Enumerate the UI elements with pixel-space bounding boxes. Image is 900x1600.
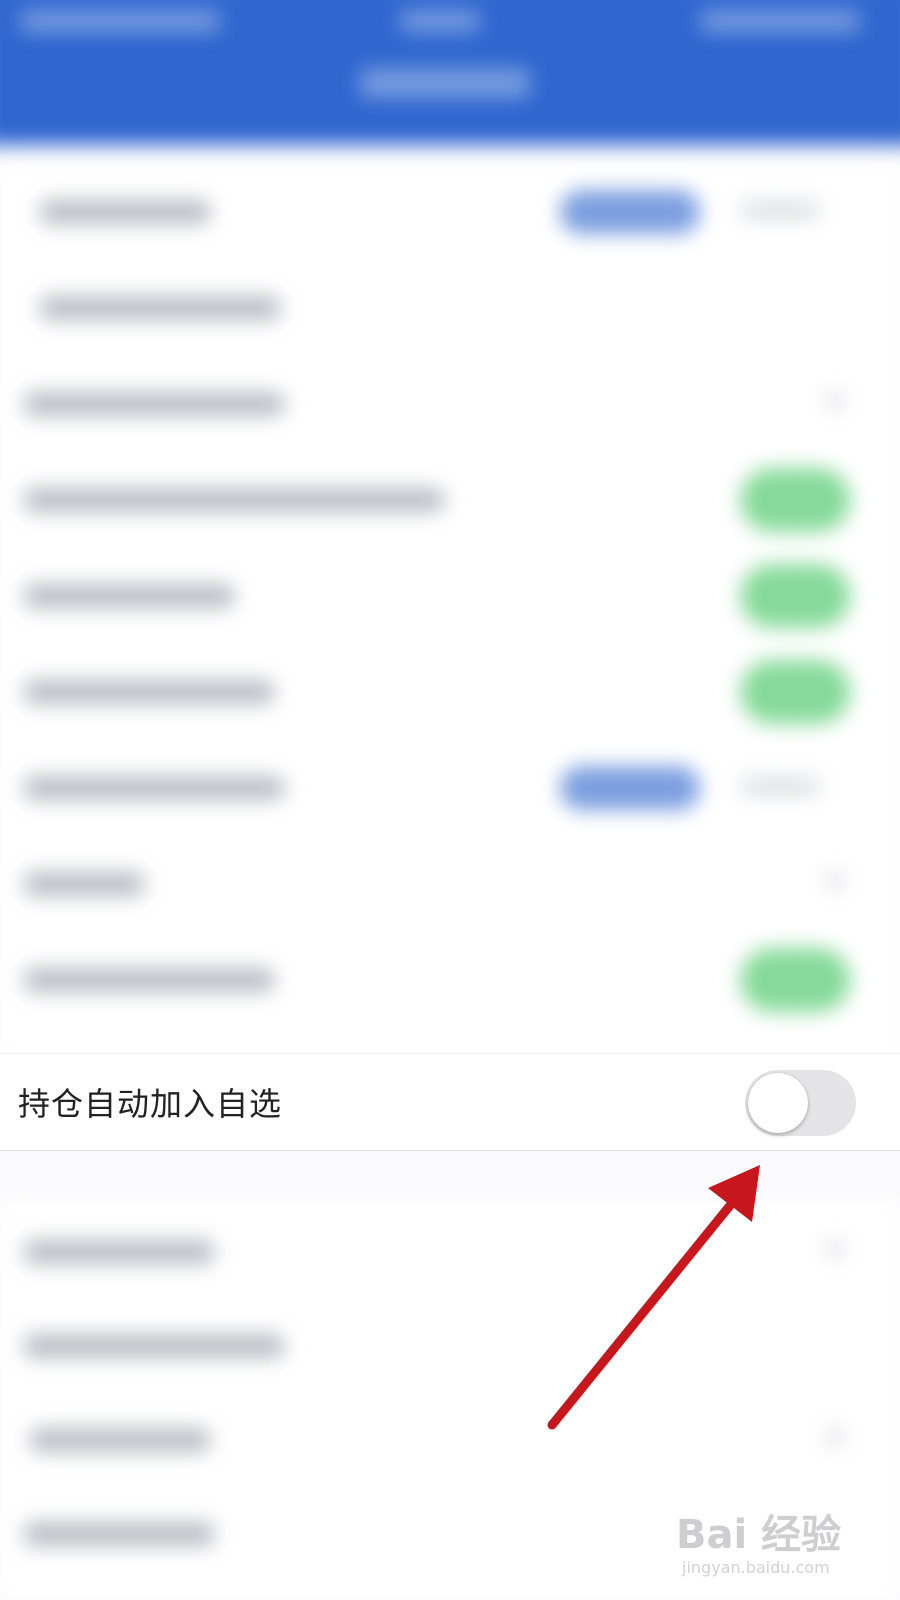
setting-label: 持仓自动加入自选	[18, 1085, 283, 1123]
setting-row-auto-add-holdings: 持仓自动加入自选	[0, 1053, 900, 1151]
settings-screen: 持仓自动加入自选 Bai 经验 jingyan.baidu.com	[0, 0, 900, 1600]
blurred-background	[0, 0, 900, 1600]
settings-list-lower	[0, 1200, 900, 1600]
header-bar	[0, 0, 900, 145]
settings-list	[0, 160, 900, 1060]
auto-add-watchlist-toggle[interactable]	[745, 1070, 856, 1136]
toggle-knob	[748, 1073, 808, 1133]
